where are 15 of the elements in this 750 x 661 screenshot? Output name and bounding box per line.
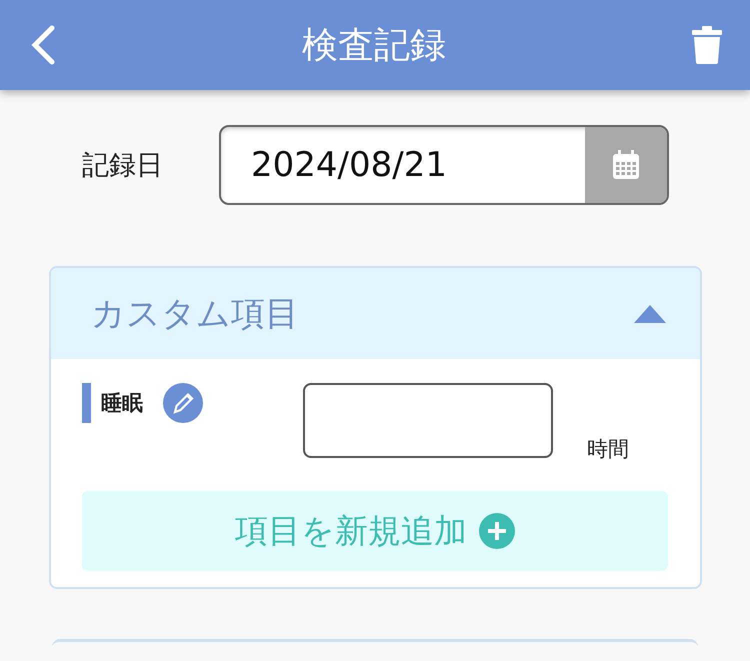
- card-title: カスタム項目: [91, 292, 299, 336]
- add-item-button[interactable]: 項目を新規追加: [82, 491, 668, 572]
- calendar-icon[interactable]: [585, 127, 667, 204]
- collapse-icon[interactable]: [634, 304, 666, 323]
- date-value: 2024/08/21: [250, 144, 448, 188]
- date-field[interactable]: 2024/08/21: [219, 125, 669, 206]
- date-label: 記録日: [82, 149, 163, 184]
- card-header[interactable]: カスタム項目: [51, 268, 700, 360]
- back-icon[interactable]: [30, 25, 56, 66]
- screen-title: 検査記録: [302, 24, 446, 68]
- plus-icon: [479, 513, 515, 550]
- unit-label: 時間: [587, 436, 629, 464]
- value-field[interactable]: [303, 383, 553, 458]
- pencil-icon[interactable]: [163, 383, 203, 424]
- trash-icon[interactable]: [692, 26, 722, 64]
